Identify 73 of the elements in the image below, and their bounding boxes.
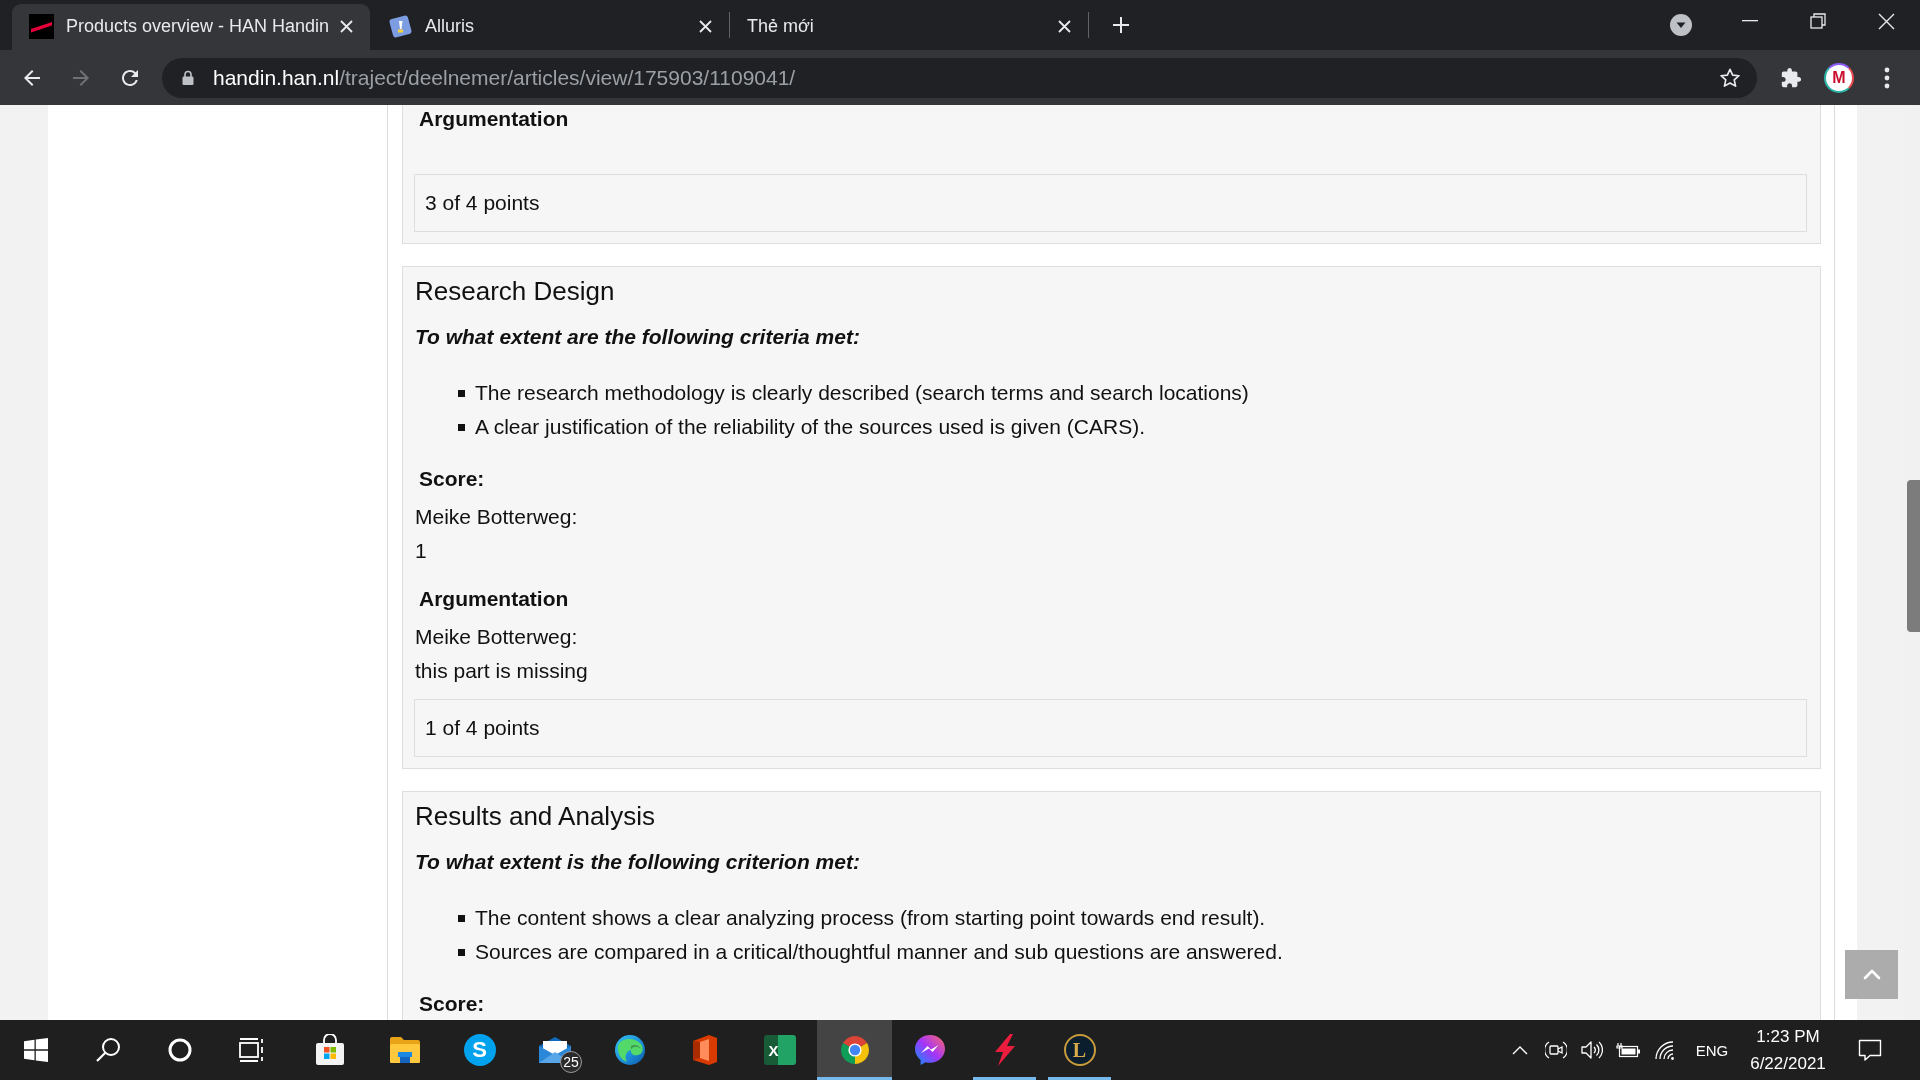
points-summary: 1 of 4 points (414, 699, 1807, 757)
lightning-bolt-icon (992, 1034, 1017, 1066)
swirl-logo-icon (613, 1034, 646, 1066)
restore-icon[interactable] (1810, 13, 1826, 29)
chevron-up-icon[interactable] (1512, 1045, 1528, 1055)
criteria-question: To what extent is the following criterion met: (414, 849, 861, 875)
profile-avatar[interactable]: M (1824, 62, 1854, 93)
dropdown-icon[interactable] (1670, 14, 1692, 36)
taskbar-button[interactable]: X (742, 1020, 817, 1080)
language-indicator[interactable]: ENG (1692, 1041, 1732, 1059)
aperture-logo-icon (838, 1034, 871, 1066)
menu-icon[interactable] (1884, 66, 1890, 89)
bullet-icon (458, 914, 465, 922)
close-icon[interactable] (699, 19, 712, 33)
score-label: Score: (418, 466, 486, 492)
bullet-icon (458, 948, 465, 956)
address-bar[interactable]: handin.han.nl/traject/deelnemer/articles/view/175903/1109041/ (162, 57, 1757, 98)
bullet-icon (458, 389, 465, 397)
taskbar-button[interactable] (817, 1020, 892, 1080)
taskbar-button[interactable]: 25 (517, 1020, 592, 1080)
ring-icon (168, 1038, 192, 1062)
chevron-up-icon (1862, 969, 1881, 980)
reviewer-name: Meike Botterweg: (414, 504, 579, 530)
argumentation-label: Argumentation (418, 586, 570, 612)
lock-icon (182, 70, 194, 85)
notification-count: 25 (560, 1051, 582, 1073)
criterion-text: The content shows a clear analyzing process (from starting point towards end result). (475, 906, 1266, 930)
score-value: 1 (414, 538, 428, 564)
section-title: Research Design (414, 276, 616, 306)
plus-icon[interactable] (1112, 16, 1130, 34)
points-summary: 3 of 4 points (414, 174, 1807, 232)
minimize-icon[interactable] (1742, 20, 1758, 22)
criterion-text: The research methodology is clearly described (search terms and search locations) (475, 381, 1249, 405)
speech-bubble-icon[interactable] (1858, 1038, 1882, 1062)
letter-logo: L (1063, 1034, 1096, 1066)
battery-icon[interactable] (1615, 1042, 1641, 1058)
speaker-icon[interactable] (1581, 1040, 1603, 1060)
argumentation-text: this part is missing (414, 658, 589, 684)
running-indicator (1048, 1077, 1111, 1080)
wifi-icon[interactable] (1654, 1040, 1676, 1060)
close-icon[interactable] (1058, 19, 1071, 33)
browser-tab[interactable]: Products overview - HAN Handin (12, 4, 370, 50)
browser-tab[interactable]: Thẻ mới (730, 4, 1088, 50)
clock-date[interactable]: 6/22/2021 (1750, 1054, 1826, 1073)
scrollbar-thumb[interactable] (1907, 480, 1920, 632)
clock-time[interactable]: 1:23 PM (1756, 1027, 1820, 1046)
close-icon[interactable] (1877, 12, 1895, 30)
letter-logo: S (463, 1034, 496, 1066)
reviewer-name: Meike Botterweg: (414, 624, 579, 650)
letter-logo: X (763, 1035, 796, 1065)
stripe-favicon-icon (29, 13, 54, 39)
criterion-text: A clear justification of the reliability of the sources used is given (CARS). (475, 415, 1145, 439)
chat-bubble-icon (913, 1034, 946, 1066)
star-icon[interactable] (1719, 66, 1741, 89)
search-icon (95, 1037, 121, 1063)
browser-tab[interactable]: Alluris (371, 4, 729, 50)
section-title: Results and Analysis (414, 801, 656, 831)
puzzle-piece-icon[interactable] (1780, 66, 1802, 89)
folded-panel-icon (690, 1034, 719, 1066)
bullet-icon (458, 423, 465, 431)
video-camera-icon[interactable] (1545, 1039, 1567, 1061)
criteria-question: To what extent are the following criteria met: (414, 324, 861, 350)
running-indicator (973, 1077, 1036, 1080)
stacked-windows-icon (239, 1038, 265, 1062)
folder-icon (388, 1036, 421, 1064)
criterion-text: Sources are compared in a critical/thoughtful manner and sub questions are answered. (475, 940, 1283, 964)
shopping-bag-icon (313, 1034, 346, 1066)
score-label: Score: (418, 991, 486, 1017)
window-panes-icon (24, 1038, 48, 1062)
argumentation-label: Argumentation (418, 106, 570, 132)
url-text: handin.han.nl/traject/deelnemer/articles/view/175903/1109041/ (213, 65, 797, 90)
close-icon[interactable] (340, 19, 353, 33)
taskbar-button[interactable]: L (1042, 1020, 1117, 1080)
